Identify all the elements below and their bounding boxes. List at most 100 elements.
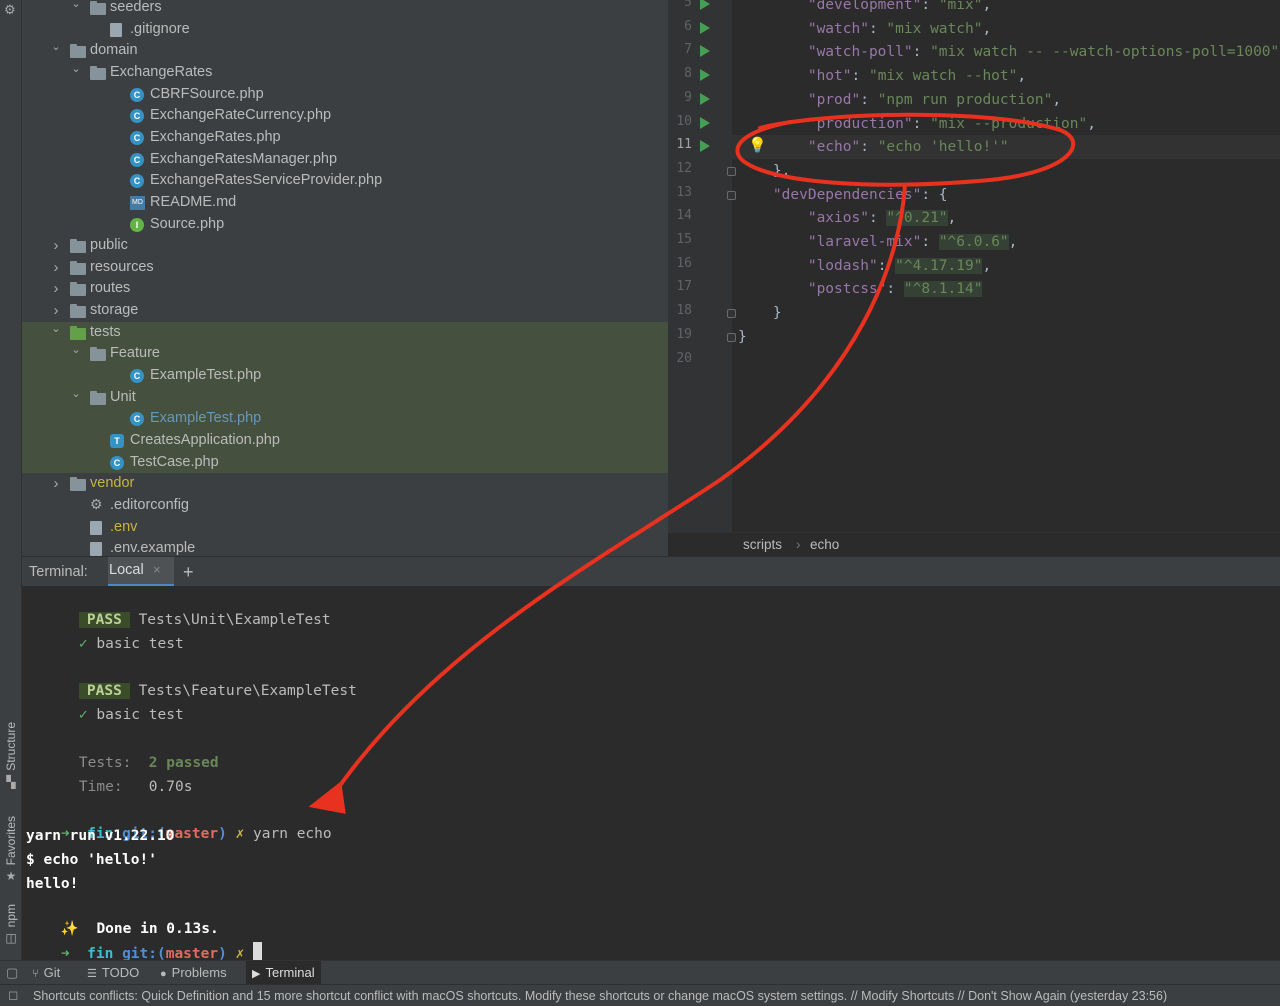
status-toggle-icon[interactable]: ◻ [8,984,18,1006]
fold-marker-icon[interactable] [727,190,736,200]
code-line: "watch": "mix watch", [807,20,992,37]
run-script-icon[interactable] [700,92,710,105]
breadcrumb-scripts[interactable]: scripts [743,533,782,557]
prompt-git-close: ) [218,826,227,842]
php-class-icon: C [130,174,144,189]
run-script-icon[interactable] [700,0,710,10]
chevron-right-icon[interactable]: › [50,473,62,495]
lightbulb-icon[interactable]: 💡 [748,136,767,154]
tree-file[interactable]: C ExchangeRatesServiceProvider.php [22,170,668,192]
tool-button-terminal[interactable]: ▶ Terminal [246,961,321,985]
tree-file[interactable]: MD README.md [22,192,668,214]
run-script-icon[interactable] [700,45,710,58]
tree-folder[interactable]: ⌄ Unit [22,384,668,409]
tab-local[interactable]: Local × [108,557,174,587]
tree-file[interactable]: T CreatesApplication.php [22,430,668,452]
editor-breadcrumb: scripts › echo [668,532,1280,556]
prompt-git-close: ) [218,946,227,960]
tool-button-todo[interactable]: ☰ TODO [81,961,145,985]
tree-folder[interactable]: › routes [22,278,668,300]
tree-item-label: resources [90,258,154,275]
chevron-down-icon[interactable]: ⌄ [70,59,82,81]
project-settings-icon[interactable]: ⚙ [4,2,16,18]
tree-item-label: tests [90,323,121,340]
structure-icon: ▚ [6,774,16,789]
tree-file[interactable]: C ExchangeRateCurrency.php [22,105,668,127]
prompt-dirty-icon: ✗ [235,826,245,842]
line-number: 14 [676,208,692,224]
chevron-right-icon[interactable]: › [50,257,62,279]
tree-file[interactable]: C ExampleTest.php [22,365,668,387]
tree-file[interactable]: C CBRFSource.php [22,84,668,106]
terminal-output[interactable]: PASS Tests\Unit\ExampleTest ✓ basic test… [22,586,1280,960]
tree-item-label: .env.example [110,540,196,556]
tree-file[interactable]: C TestCase.php [22,451,668,474]
tree-folder[interactable]: ⌄ tests [22,319,668,344]
tree-item-label: Unit [110,388,136,405]
fold-marker-icon[interactable] [727,332,736,342]
structure-tool-tab[interactable]: Structure ▚ [0,722,22,789]
tree-file[interactable]: C ExchangeRatesManager.php [22,149,668,171]
tool-button-problems[interactable]: ● Problems [154,961,233,985]
tree-item-label: .gitignore [130,20,190,37]
chevron-down-icon[interactable]: ⌄ [70,340,82,362]
run-script-icon[interactable] [700,21,710,34]
breadcrumb-echo[interactable]: echo [810,533,839,557]
tool-button-git[interactable]: ⑂ Git [26,961,66,985]
chevron-right-icon[interactable]: › [50,235,62,257]
tree-item-label: README.md [150,193,237,210]
problems-icon: ● [160,968,167,980]
tree-folder[interactable]: › storage [22,300,668,322]
fold-marker-icon[interactable] [727,309,736,319]
file-icon [110,22,122,37]
tree-file[interactable]: C ExchangeRates.php [22,127,668,149]
tree-folder[interactable]: ⌄ ExchangeRates [22,62,668,84]
tree-folder[interactable]: ⌄ Feature [22,340,668,366]
tree-item-label: routes [90,280,131,297]
tree-item-label: vendor [90,475,135,492]
chevron-down-icon[interactable]: ⌄ [70,384,82,406]
tool-windows-toggle-icon[interactable]: ▢ [6,961,18,985]
tree-item-label: ExampleTest.php [150,367,262,384]
tree-folder[interactable]: › resources [22,257,668,279]
prompt-dir: fin [87,946,114,960]
tree-file[interactable]: .env.example [22,538,668,556]
tool-button-label: Problems [171,965,227,980]
favorites-tool-tab[interactable]: Favorites ★ [0,816,22,883]
chevron-right-icon[interactable]: › [50,278,62,300]
structure-tab-label: Structure [4,722,18,771]
php-class-icon: C [130,109,144,124]
add-terminal-icon[interactable]: + [183,557,194,587]
line-number: 18 [676,303,692,319]
tree-folder[interactable]: › public [22,235,668,257]
chevron-down-icon[interactable]: ⌄ [70,0,82,16]
run-script-icon[interactable] [700,69,710,82]
git-icon: ⑂ [32,968,39,980]
prompt-arrow-icon: ➜ [60,946,70,960]
terminal-cursor[interactable] [253,942,263,960]
code-line: "axios": "^0.21", [807,210,957,227]
tree-file[interactable]: ⚙ .editorconfig [22,495,668,517]
tree-file[interactable]: .env [22,517,668,539]
chevron-down-icon[interactable]: ⌄ [50,37,62,59]
tree-file[interactable]: .gitignore [22,19,668,41]
status-message[interactable]: Shortcuts conflicts: Quick Definition an… [33,985,1167,1006]
tree-folder[interactable]: ⌄ seeders [22,0,668,19]
line-number: 9 [684,89,692,105]
fold-marker-icon[interactable] [727,166,736,176]
line-number: 11 [676,137,692,153]
line-number: 17 [676,279,692,295]
favorites-tab-label: Favorites [4,816,18,866]
tree-file[interactable]: C ExampleTest.php [22,408,668,431]
npm-tab-label: npm [4,904,18,928]
code-editor[interactable]: 5 6 7 8 9 10 11 12 13 14 15 16 17 18 19 20 "development… [668,0,1280,532]
run-script-icon[interactable] [700,116,710,129]
run-script-icon[interactable] [700,140,710,153]
npm-tool-tab[interactable]: npm ◫ [0,904,22,945]
tree-file[interactable]: I Source.php [22,214,668,236]
tree-folder[interactable]: › vendor [22,473,668,495]
terminal-prompt-line: ➜ fin git:(master) ✗ [26,920,263,960]
tree-folder[interactable]: ⌄ domain [22,40,668,62]
close-icon[interactable]: × [153,555,161,585]
chevron-down-icon[interactable]: ⌄ [50,319,62,341]
